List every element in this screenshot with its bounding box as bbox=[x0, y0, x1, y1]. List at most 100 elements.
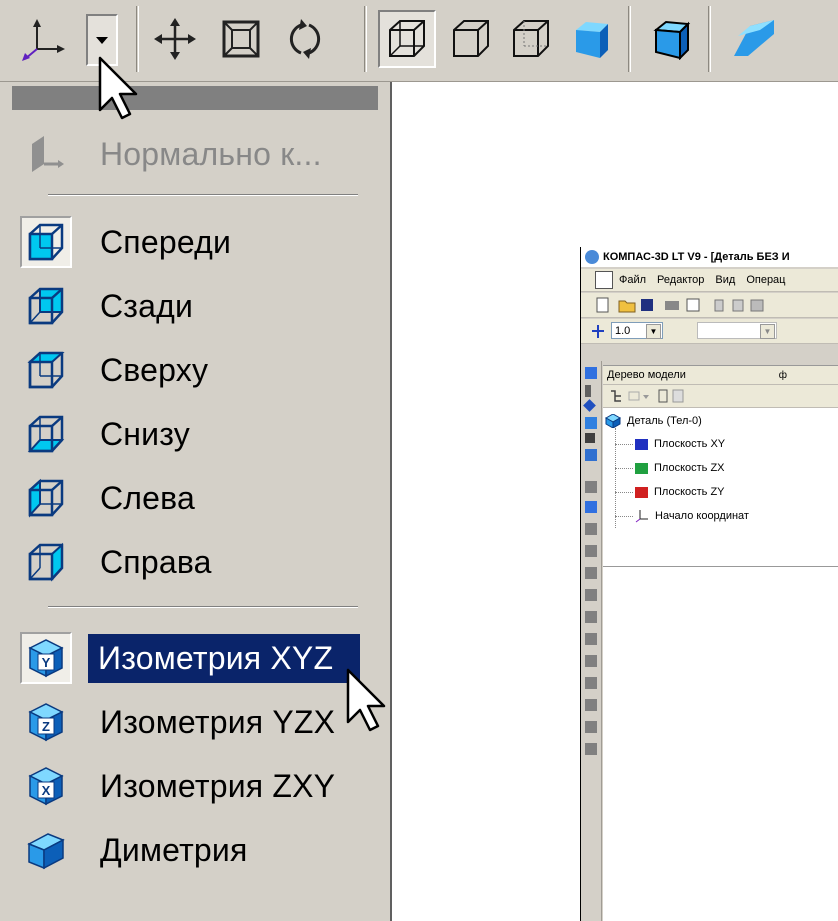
top-view-cube-icon bbox=[27, 351, 65, 389]
window-title: КОМПАС-3D LT V9 - [Деталь БЕЗ И bbox=[603, 251, 790, 263]
menu-item-right[interactable]: Справа bbox=[12, 532, 382, 592]
panel-tool-icon[interactable] bbox=[585, 501, 597, 513]
document-icon[interactable] bbox=[595, 271, 613, 289]
panel-geometry-icon[interactable] bbox=[585, 367, 597, 379]
menu-item-front[interactable]: Спереди bbox=[12, 212, 382, 272]
menu-edit[interactable]: Редактор bbox=[657, 274, 704, 286]
tree-item-part[interactable]: Деталь (Тел-0) bbox=[605, 412, 702, 430]
orientation-button[interactable] bbox=[14, 10, 72, 68]
menu-item-label: Сзади bbox=[100, 287, 194, 324]
window-menubar: Файл Редактор Вид Операц bbox=[581, 269, 838, 292]
isometric-z-cube-icon: Z bbox=[28, 703, 64, 742]
halftone-edges-mode-button[interactable] bbox=[642, 10, 700, 68]
panel-tool-icon[interactable] bbox=[585, 721, 597, 733]
chevron-down-icon bbox=[96, 37, 108, 44]
menu-item-normal-to[interactable]: Нормально к... bbox=[12, 124, 382, 184]
pin-icon[interactable]: ф bbox=[779, 370, 787, 381]
hidden-thin-lines-cube-icon bbox=[513, 20, 549, 57]
dimetric-cube-icon bbox=[27, 833, 65, 870]
panel-tool-icon[interactable] bbox=[585, 611, 597, 623]
menu-item-isometric-zxy[interactable]: X Изометрия ZXY bbox=[12, 756, 382, 816]
panel-tool-icon[interactable] bbox=[585, 589, 597, 601]
halftone-mode-button[interactable] bbox=[562, 10, 620, 68]
panel-curves-icon[interactable] bbox=[585, 385, 591, 397]
hidden-lines-mode-button[interactable] bbox=[442, 10, 500, 68]
panel-filter-icon[interactable] bbox=[585, 449, 597, 461]
tree-item-label: Плоскость XY bbox=[654, 438, 726, 450]
pan-button[interactable] bbox=[146, 10, 204, 68]
plane-icon bbox=[635, 462, 648, 474]
compact-panel bbox=[581, 361, 602, 921]
tree-connector bbox=[615, 468, 633, 469]
panel-tool-icon[interactable] bbox=[585, 743, 597, 755]
menu-item-back[interactable]: Сзади bbox=[12, 276, 382, 336]
zoom-fit-icon bbox=[222, 20, 260, 58]
kompas-logo-icon bbox=[585, 250, 599, 264]
hidden-lines-cube-icon bbox=[453, 20, 489, 57]
menu-item-isometric-xyz[interactable]: Y Изометрия XYZ bbox=[12, 628, 382, 688]
part-cube-icon bbox=[605, 414, 621, 428]
toolbar-separator bbox=[708, 6, 711, 72]
panel-tool-icon[interactable] bbox=[585, 677, 597, 689]
panel-tool-icon[interactable] bbox=[585, 481, 597, 493]
toolbar-separator bbox=[628, 6, 631, 72]
panel-tool-icon[interactable] bbox=[585, 633, 597, 645]
panel-tool-icon[interactable] bbox=[585, 567, 597, 579]
perspective-icon bbox=[734, 20, 774, 56]
menu-item-label: Изометрия XYZ bbox=[88, 633, 360, 683]
standard-toolbar-icons[interactable] bbox=[595, 297, 795, 313]
panel-surfaces-icon[interactable] bbox=[583, 399, 596, 412]
scale-value: 1.0 bbox=[615, 324, 631, 337]
tree-toolbar-icons[interactable] bbox=[609, 388, 689, 404]
menu-item-dimetric[interactable]: Диметрия bbox=[12, 820, 382, 880]
wireframe-mode-button[interactable] bbox=[378, 10, 436, 68]
mouse-cursor-icon bbox=[346, 668, 386, 732]
rotate-icon bbox=[289, 19, 321, 59]
menu-item-label: Справа bbox=[100, 543, 212, 580]
tree-item-origin[interactable]: Начало координат bbox=[635, 507, 749, 525]
chevron-down-icon[interactable]: ▼ bbox=[646, 324, 661, 339]
tree-item-plane-zy[interactable]: Плоскость ZY bbox=[635, 483, 725, 501]
menu-operations[interactable]: Операц bbox=[746, 274, 785, 286]
front-view-cube-icon bbox=[28, 223, 64, 261]
panel-aux-icon[interactable] bbox=[585, 433, 595, 443]
style-combobox[interactable]: ▼ bbox=[697, 322, 777, 339]
model-tree: Деталь (Тел-0) Плоскость XY Плоскость ZX… bbox=[603, 408, 838, 567]
perspective-mode-button[interactable] bbox=[724, 10, 782, 68]
menu-item-label: Диметрия bbox=[100, 831, 248, 868]
menu-item-isometric-yzx[interactable]: Z Изометрия YZX bbox=[12, 692, 382, 752]
normal-to-icon bbox=[32, 136, 64, 172]
scale-combobox[interactable]: 1.0 ▼ bbox=[611, 322, 663, 339]
menu-item-top[interactable]: Сверху bbox=[12, 340, 382, 400]
menu-item-label: Сверху bbox=[100, 351, 209, 388]
model-tree-title: Дерево модели bbox=[607, 369, 686, 381]
panel-tool-icon[interactable] bbox=[585, 523, 597, 535]
panel-arrays-icon[interactable] bbox=[585, 417, 597, 429]
tree-item-label: Деталь (Тел-0) bbox=[627, 415, 702, 427]
wireframe-cube-icon bbox=[389, 20, 425, 57]
tree-item-plane-xy[interactable]: Плоскость XY bbox=[635, 435, 725, 453]
kompas-window: КОМПАС-3D LT V9 - [Деталь БЕЗ И Файл Ред… bbox=[580, 247, 838, 921]
chevron-down-icon[interactable]: ▼ bbox=[760, 324, 775, 339]
mouse-cursor-icon bbox=[98, 56, 138, 120]
panel-tool-icon[interactable] bbox=[585, 699, 597, 711]
menu-item-label: Нормально к... bbox=[100, 135, 322, 172]
tree-item-plane-zx[interactable]: Плоскость ZX bbox=[635, 459, 725, 477]
plane-icon bbox=[635, 486, 648, 498]
tree-connector bbox=[615, 492, 633, 493]
bottom-view-cube-icon bbox=[27, 415, 65, 453]
panel-tool-icon[interactable] bbox=[585, 655, 597, 667]
rotate-button[interactable] bbox=[276, 10, 334, 68]
menu-file[interactable]: Файл bbox=[619, 274, 646, 286]
model-viewport[interactable] bbox=[603, 567, 838, 921]
zoom-fit-button[interactable] bbox=[212, 10, 270, 68]
panel-tool-icon[interactable] bbox=[585, 545, 597, 557]
axis-badge: X bbox=[42, 783, 51, 798]
menu-view[interactable]: Вид bbox=[715, 274, 735, 286]
shaded-edges-cube-icon bbox=[653, 20, 691, 60]
menu-item-left[interactable]: Слева bbox=[12, 468, 382, 528]
menu-tear-off-bar[interactable] bbox=[12, 86, 378, 110]
menu-item-bottom[interactable]: Снизу bbox=[12, 404, 382, 464]
back-view-cube-icon bbox=[28, 287, 64, 325]
hidden-thin-lines-mode-button[interactable] bbox=[502, 10, 560, 68]
